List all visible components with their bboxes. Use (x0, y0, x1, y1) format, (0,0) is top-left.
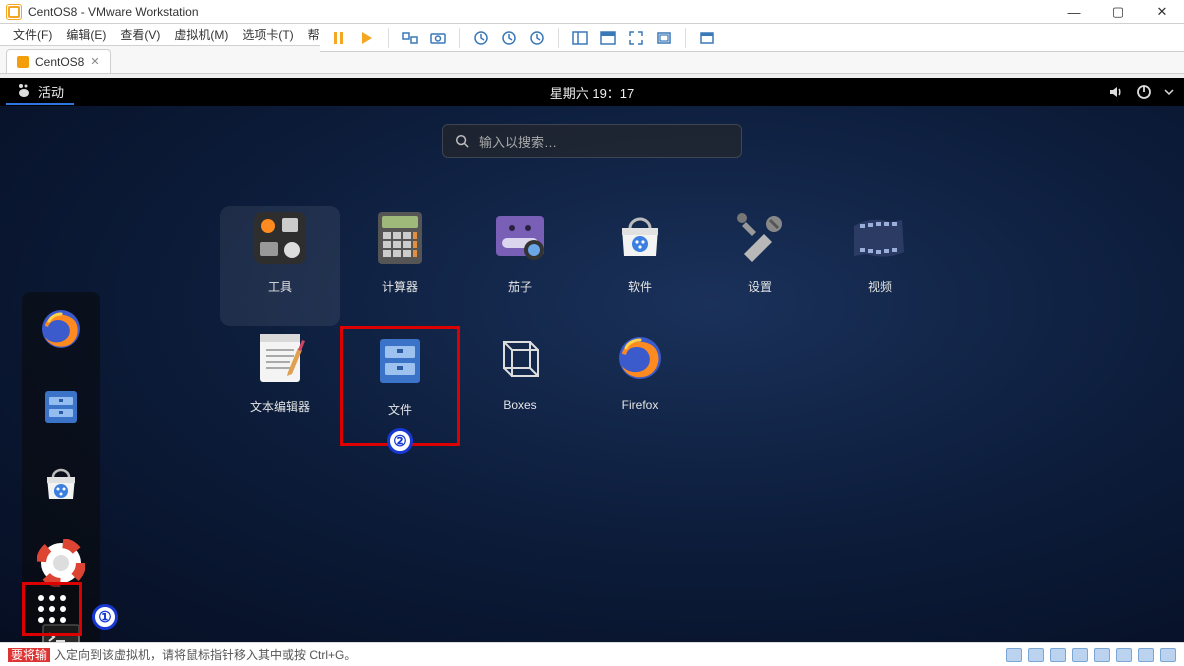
status-tray (1006, 648, 1176, 662)
toolbar-clock1-icon[interactable] (468, 27, 494, 49)
guest-desktop: 活动 星期六 19：17 输入以搜索… (0, 78, 1184, 642)
toolbar-layout2-icon[interactable] (595, 27, 621, 49)
tab-close-button[interactable]: ✕ (90, 55, 99, 68)
clock-label[interactable]: 星期六 19：17 (550, 83, 635, 102)
files-icon (39, 385, 83, 429)
annotation-circle-1: ① (92, 604, 118, 630)
tray-usb-icon[interactable] (1072, 648, 1088, 662)
tab-centos8[interactable]: CentOS8 ✕ (6, 49, 111, 73)
settings-icon (728, 206, 792, 270)
search-input[interactable]: 输入以搜索… (442, 124, 742, 158)
menu-tabs[interactable]: 选项卡(T) (235, 26, 300, 43)
toolbar-clock3-icon[interactable] (524, 27, 550, 49)
dock-files[interactable] (32, 378, 90, 436)
firefox-icon (608, 326, 672, 390)
software-icon (39, 463, 83, 507)
dock-software[interactable] (32, 456, 90, 514)
activities-label: 活动 (38, 82, 64, 101)
help-icon (37, 539, 85, 587)
toolbar-clock2-icon[interactable] (496, 27, 522, 49)
boxes-icon (488, 326, 552, 390)
status-prefix: 要将输 (8, 648, 50, 662)
topbar-right-status[interactable] (1108, 84, 1174, 100)
app-label: 设置 (748, 278, 772, 295)
tray-net-icon[interactable] (1050, 648, 1066, 662)
toolbar-fullscreen-icon[interactable] (623, 27, 649, 49)
power-icon (1136, 84, 1152, 100)
tray-cd-icon[interactable] (1028, 648, 1044, 662)
app-label: 文本编辑器 (250, 398, 310, 415)
videos-icon (848, 206, 912, 270)
toolbar-play-dropdown[interactable] (354, 27, 380, 49)
menu-edit[interactable]: 编辑(E) (59, 26, 113, 43)
app-label: 工具 (268, 278, 292, 295)
menu-view[interactable]: 查看(V) (113, 26, 167, 43)
tab-label: CentOS8 (35, 55, 84, 69)
grid-icon (38, 595, 66, 623)
show-apps-button[interactable] (22, 582, 82, 636)
search-placeholder: 输入以搜索… (479, 132, 557, 151)
app-software[interactable]: 软件 (580, 206, 700, 326)
toolbar-send-keys-button[interactable] (397, 27, 423, 49)
activities-button[interactable]: 活动 (6, 80, 74, 105)
tab-vm-icon (17, 56, 29, 68)
app-label: Firefox (622, 398, 659, 412)
gnome-foot-icon (16, 83, 32, 99)
app-label: 文件 (388, 401, 412, 418)
gnome-topbar: 活动 星期六 19：17 (0, 78, 1184, 106)
utilities-icon (248, 206, 312, 270)
maximize-button[interactable]: ▢ (1096, 0, 1140, 24)
status-rest: 入定向到该虚拟机，请将鼠标指针移入其中或按 Ctrl+G。 (54, 648, 356, 662)
app-label: 软件 (628, 278, 652, 295)
minimize-button[interactable]: — (1052, 0, 1096, 24)
software-icon (608, 206, 672, 270)
annotation-circle-2: ② (387, 428, 413, 454)
app-utilities[interactable]: 工具 (220, 206, 340, 326)
vmware-app-icon (6, 4, 22, 20)
app-grid: 工具 计算器 茄子 软件 (220, 206, 940, 446)
firefox-icon (39, 307, 83, 351)
search-icon (455, 134, 469, 148)
toolbar-thumbnail-icon[interactable] (694, 27, 720, 49)
window-title: CentOS8 - VMware Workstation (28, 5, 199, 19)
app-videos[interactable]: 视频 (820, 206, 940, 326)
host-titlebar: CentOS8 - VMware Workstation — ▢ ✕ (0, 0, 1184, 24)
menu-vm[interactable]: 虚拟机(M) (167, 26, 235, 43)
calculator-icon (368, 206, 432, 270)
cheese-icon (488, 206, 552, 270)
volume-icon (1108, 84, 1124, 100)
app-text-editor[interactable]: 文本编辑器 (220, 326, 340, 446)
app-boxes[interactable]: Boxes (460, 326, 580, 446)
status-message: 要将输入定向到该虚拟机，请将鼠标指针移入其中或按 Ctrl+G。 (8, 646, 356, 663)
menu-file[interactable]: 文件(F) (6, 26, 59, 43)
close-button[interactable]: ✕ (1140, 0, 1184, 24)
app-label: 计算器 (382, 278, 418, 295)
toolbar-unity-icon[interactable] (651, 27, 677, 49)
window-controls: — ▢ ✕ (1052, 0, 1184, 24)
host-toolbar (320, 24, 1184, 52)
toolbar-pause-button[interactable] (326, 27, 352, 49)
toolbar-snapshot-button[interactable] (425, 27, 451, 49)
tray-disk-icon[interactable] (1006, 648, 1022, 662)
tray-more-icon[interactable] (1160, 648, 1176, 662)
app-label: 视频 (868, 278, 892, 295)
tray-display-icon[interactable] (1138, 648, 1154, 662)
app-label: 茄子 (508, 278, 532, 295)
dock-firefox[interactable] (32, 300, 90, 358)
app-cheese[interactable]: 茄子 (460, 206, 580, 326)
toolbar-layout1-icon[interactable] (567, 27, 593, 49)
tray-sound-icon[interactable] (1094, 648, 1110, 662)
app-settings[interactable]: 设置 (700, 206, 820, 326)
chevron-down-icon (1164, 87, 1174, 97)
tray-printer-icon[interactable] (1116, 648, 1132, 662)
host-statusbar: 要将输入定向到该虚拟机，请将鼠标指针移入其中或按 Ctrl+G。 (0, 642, 1184, 666)
app-firefox[interactable]: Firefox (580, 326, 700, 446)
app-calculator[interactable]: 计算器 (340, 206, 460, 326)
gnome-overview: 输入以搜索… (0, 106, 1184, 642)
files-icon (368, 329, 432, 393)
text-editor-icon (248, 326, 312, 390)
app-label: Boxes (503, 398, 536, 412)
